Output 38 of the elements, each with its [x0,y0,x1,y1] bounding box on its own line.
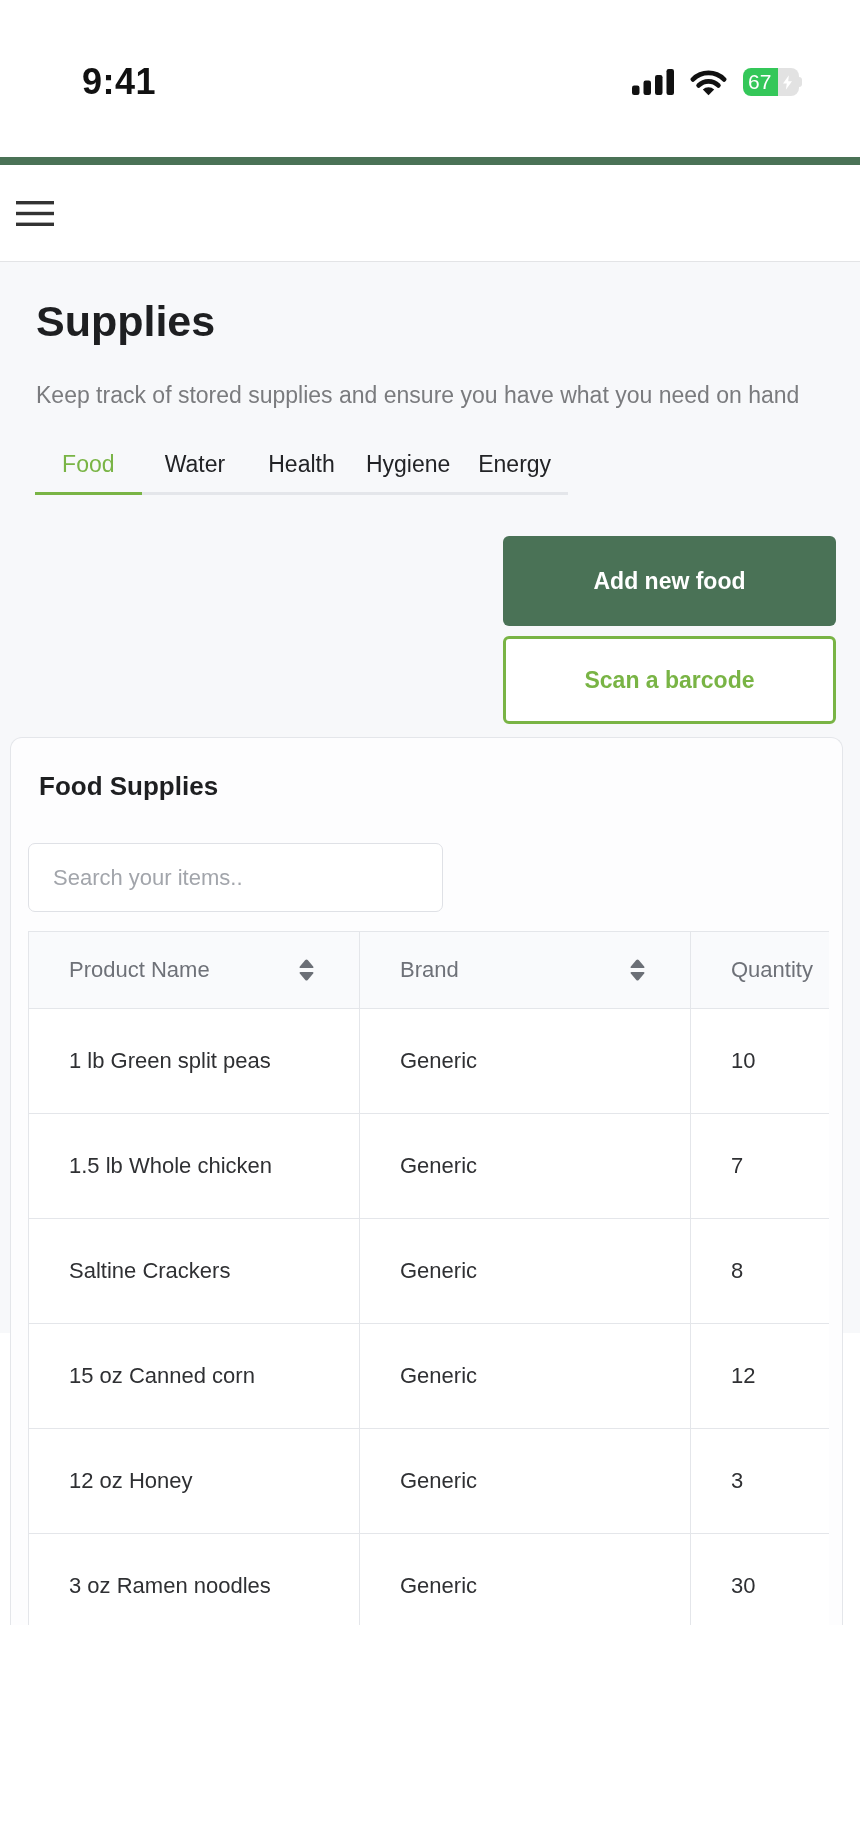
add-food-button[interactable]: Add new food [503,536,836,626]
sort-icon[interactable] [630,959,645,981]
table-cell: 10 [690,1008,829,1114]
page-title: Supplies [36,296,217,347]
page-subtitle: Keep track of stored supplies and ensure you have what you need on hand [36,381,801,410]
category-tab[interactable]: Health [248,449,355,495]
table-cell: 1.5 lb Whole chicken [28,1113,360,1219]
column-header[interactable]: Brand [359,931,691,1009]
column-header: Quantity [690,931,829,1009]
menu-icon[interactable] [16,200,54,226]
category-tab[interactable]: Energy [461,449,568,495]
sort-icon[interactable] [299,959,314,981]
table-cell: 12 oz Honey [28,1428,360,1534]
card-title: Food Supplies [38,770,220,802]
status-time: 9:41 [82,60,157,104]
category-tab[interactable]: Hygiene [354,449,462,495]
table-cell: Generic [359,1323,691,1429]
battery-percentage: 67 [748,70,772,94]
table-cell: 12 [690,1323,829,1429]
table-cell: Generic [359,1008,691,1114]
category-tab[interactable]: Water [141,449,249,495]
table-cell: 15 oz Canned corn [28,1323,360,1429]
table-cell: Saltine Crackers [28,1218,360,1324]
table-cell: 8 [690,1218,829,1324]
table-cell: Generic [359,1113,691,1219]
table-cell: Generic [359,1533,691,1625]
wifi-icon [690,68,727,96]
table-cell: Generic [359,1428,691,1534]
table-cell: 3 oz Ramen noodles [28,1533,360,1625]
table-cell: 7 [690,1113,829,1219]
charging-bolt-icon [783,74,793,90]
table-cell: 3 [690,1428,829,1534]
column-header[interactable]: Product Name [28,931,360,1009]
search-field[interactable]: Search your items.. [28,843,443,912]
table-cell: 30 [690,1533,829,1625]
signal-icon [632,69,674,95]
table-cell: Generic [359,1218,691,1324]
table-cell: 1 lb Green split peas [28,1008,360,1114]
